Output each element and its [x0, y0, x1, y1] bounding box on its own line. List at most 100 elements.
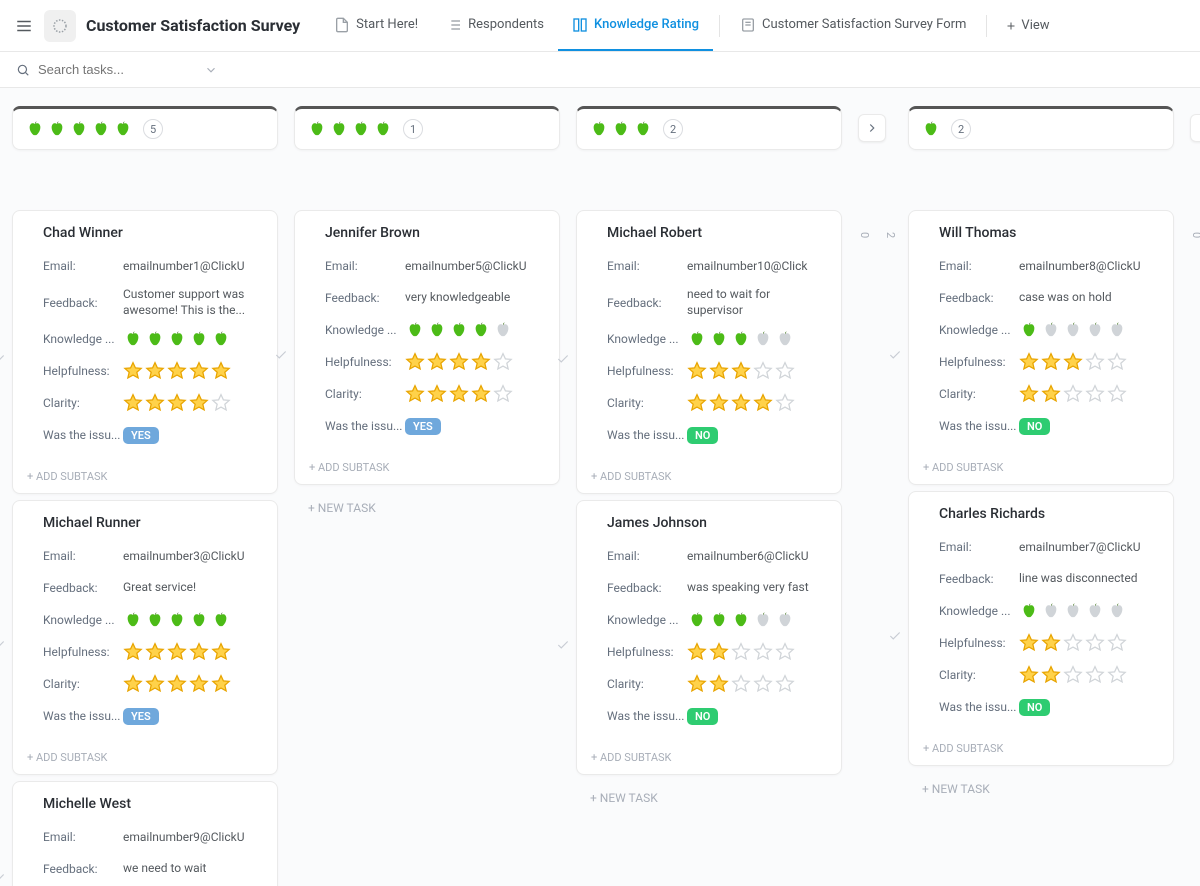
- new-task-button[interactable]: + NEW TASK: [908, 772, 1174, 806]
- task-card[interactable]: Michelle WestEmail:emailnumber9@ClickUFe…: [12, 781, 278, 886]
- field-label: Knowledge ...: [43, 613, 123, 627]
- field-label: Helpfulness:: [325, 355, 405, 369]
- helpfulness-rating: [1019, 352, 1127, 372]
- task-card[interactable]: Chad WinnerEmail:emailnumber1@ClickUFeed…: [12, 210, 278, 494]
- task-card[interactable]: Will ThomasEmail:emailnumber8@ClickUFeed…: [908, 210, 1174, 485]
- board-column: 2 Michael RobertEmail:emailnumber10@Click…: [576, 106, 842, 868]
- search-input[interactable]: [38, 62, 198, 77]
- field-label: Helpfulness:: [43, 364, 123, 378]
- search-icon: [16, 63, 30, 77]
- field-label: Knowledge ...: [939, 604, 1019, 618]
- column-header[interactable]: 2: [908, 106, 1174, 150]
- add-subtask-button[interactable]: + ADD SUBTASK: [909, 455, 1173, 484]
- field-label: Feedback:: [939, 291, 1019, 305]
- field-label: Clarity:: [43, 396, 123, 410]
- field-label: Clarity:: [43, 677, 123, 691]
- clarity-rating: [1019, 665, 1127, 685]
- add-subtask-button[interactable]: + ADD SUBTASK: [909, 736, 1173, 765]
- task-card[interactable]: Michael RunnerEmail:emailnumber3@ClickUF…: [12, 500, 278, 775]
- field-label: Knowledge ...: [325, 323, 405, 337]
- kanban-board: 5 Chad WinnerEmail:emailnumber1@ClickUFee…: [0, 88, 1200, 886]
- check-icon: [888, 348, 902, 362]
- add-subtask-button[interactable]: + ADD SUBTASK: [577, 464, 841, 493]
- field-label: Helpfulness:: [939, 636, 1019, 650]
- apple-rating-icon: [307, 119, 393, 139]
- email-value: emailnumber8@ClickU: [1019, 259, 1159, 273]
- helpfulness-rating: [405, 352, 513, 372]
- header: Customer Satisfaction Survey Start Here!…: [0, 0, 1200, 52]
- task-card[interactable]: James JohnsonEmail:emailnumber6@ClickUFe…: [576, 500, 842, 775]
- column-count: 5: [143, 119, 163, 139]
- column-header[interactable]: 1: [294, 106, 560, 150]
- scroll-right-button[interactable]: [1190, 114, 1200, 142]
- field-label: Was the issu...: [607, 428, 687, 442]
- tab-start-here[interactable]: Start Here!: [320, 0, 432, 51]
- tab-knowledge-rating[interactable]: Knowledge Rating: [558, 0, 713, 51]
- helpfulness-rating: [123, 642, 231, 662]
- feedback-value: need to wait for supervisor: [687, 287, 827, 318]
- resolved-badge: NO: [687, 427, 718, 444]
- knowledge-rating: [687, 329, 795, 349]
- divider: [986, 15, 987, 37]
- resolved-badge: YES: [405, 418, 441, 435]
- check-icon: [0, 871, 6, 885]
- field-label: Email:: [607, 549, 687, 563]
- collapsed-count: 20: [858, 232, 897, 238]
- field-label: Helpfulness:: [43, 645, 123, 659]
- task-card[interactable]: Charles RichardsEmail:emailnumber7@Click…: [908, 491, 1174, 766]
- email-value: emailnumber7@ClickU: [1019, 540, 1159, 554]
- card-title: Jennifer Brown: [325, 225, 545, 241]
- resolved-badge: NO: [1019, 699, 1050, 716]
- column-count: 1: [403, 119, 423, 139]
- field-label: Knowledge ...: [939, 323, 1019, 337]
- email-value: emailnumber5@ClickU: [405, 259, 545, 273]
- add-view-button[interactable]: View: [993, 18, 1061, 33]
- tab-respondents[interactable]: Respondents: [432, 0, 558, 51]
- scroll-right-button[interactable]: [858, 114, 886, 142]
- add-subtask-button[interactable]: + ADD SUBTASK: [577, 745, 841, 774]
- page-title: Customer Satisfaction Survey: [86, 16, 300, 35]
- field-label: Was the issu...: [325, 419, 405, 433]
- feedback-value: very knowledgeable: [405, 290, 545, 306]
- add-subtask-button[interactable]: + ADD SUBTASK: [13, 745, 277, 774]
- knowledge-rating: [123, 610, 231, 630]
- field-label: Helpfulness:: [607, 364, 687, 378]
- column-header[interactable]: 2: [576, 106, 842, 150]
- check-icon: [0, 638, 6, 652]
- tab-survey-form[interactable]: Customer Satisfaction Survey Form: [726, 0, 980, 51]
- app-icon[interactable]: [44, 10, 76, 42]
- field-label: Helpfulness:: [939, 355, 1019, 369]
- field-label: Was the issu...: [939, 700, 1019, 714]
- knowledge-rating: [1019, 601, 1127, 621]
- add-subtask-button[interactable]: + ADD SUBTASK: [295, 455, 559, 484]
- email-value: emailnumber9@ClickU: [123, 830, 263, 844]
- card-title: Michael Runner: [43, 515, 263, 531]
- add-subtask-button[interactable]: + ADD SUBTASK: [13, 464, 277, 493]
- task-card[interactable]: Michael RobertEmail:emailnumber10@ClickF…: [576, 210, 842, 494]
- column-header[interactable]: 5: [12, 106, 278, 150]
- field-label: Knowledge ...: [607, 332, 687, 346]
- clarity-rating: [123, 393, 231, 413]
- check-icon: [0, 352, 6, 366]
- task-card[interactable]: Jennifer BrownEmail:emailnumber5@ClickUF…: [294, 210, 560, 485]
- search-bar: [0, 52, 1200, 88]
- check-icon: [556, 638, 570, 652]
- field-label: Feedback:: [43, 296, 123, 310]
- new-task-button[interactable]: + NEW TASK: [294, 491, 560, 525]
- feedback-value: Great service!: [123, 580, 263, 596]
- collapsed-count: 0: [1190, 232, 1200, 238]
- feedback-value: Customer support was awesome! This is th…: [123, 287, 263, 318]
- card-title: Will Thomas: [939, 225, 1159, 241]
- resolved-badge: YES: [123, 708, 159, 725]
- feedback-value: case was on hold: [1019, 290, 1159, 306]
- helpfulness-rating: [687, 361, 795, 381]
- field-label: Feedback:: [607, 296, 687, 310]
- email-value: emailnumber3@ClickU: [123, 549, 263, 563]
- field-label: Clarity:: [607, 677, 687, 691]
- chevron-down-icon[interactable]: [204, 63, 218, 77]
- menu-icon[interactable]: [12, 14, 36, 38]
- new-task-button[interactable]: + NEW TASK: [576, 781, 842, 815]
- field-label: Email:: [43, 549, 123, 563]
- card-title: James Johnson: [607, 515, 827, 531]
- knowledge-rating: [123, 329, 231, 349]
